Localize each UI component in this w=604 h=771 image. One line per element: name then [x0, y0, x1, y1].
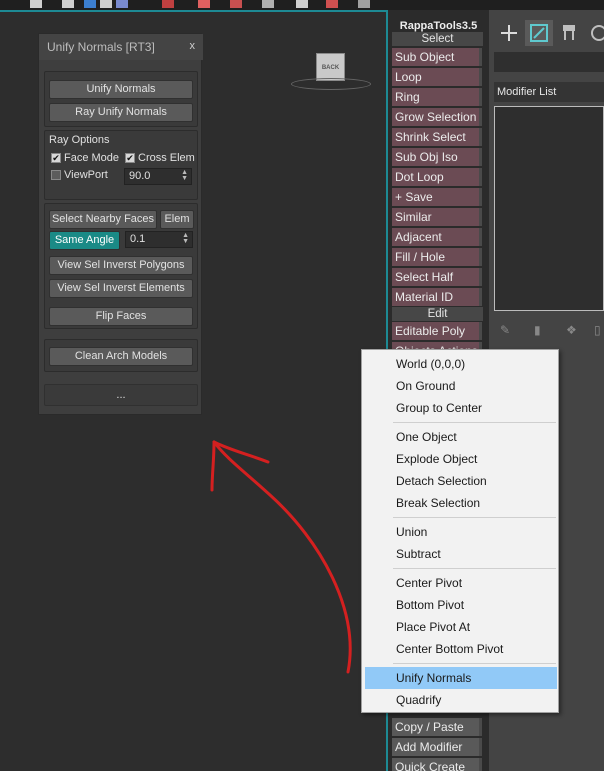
- menu-separator: [393, 663, 556, 664]
- sub-object-button[interactable]: Sub Object: [392, 48, 482, 66]
- similar-button[interactable]: Similar: [392, 208, 482, 226]
- editable-poly-button[interactable]: Editable Poly: [392, 322, 482, 340]
- menu-item-quadrify[interactable]: Quadrify: [365, 689, 557, 711]
- context-menu: World (0,0,0) On Ground Group to Center …: [361, 349, 559, 713]
- menu-item-one-object[interactable]: One Object: [365, 426, 557, 448]
- viewcube[interactable]: BACK: [291, 52, 371, 102]
- panel-title: Unify Normals [RT3]: [47, 40, 155, 54]
- select-section-header[interactable]: Select: [392, 32, 483, 46]
- toolbar-icon[interactable]: [296, 0, 308, 8]
- save-selection-button[interactable]: + Save: [392, 188, 482, 206]
- view-sel-inverst-elements-button[interactable]: View Sel Inverst Elements: [49, 279, 193, 298]
- viewcube-ring[interactable]: [291, 78, 371, 90]
- menu-item-on-ground[interactable]: On Ground: [365, 375, 557, 397]
- panel-title-bar[interactable]: Unify Normals [RT3] x: [39, 34, 203, 60]
- sub-obj-iso-button[interactable]: Sub Obj Iso: [392, 148, 482, 166]
- modifier-stack[interactable]: [494, 106, 604, 311]
- toolbar-icon[interactable]: [100, 0, 112, 8]
- adjacent-button[interactable]: Adjacent: [392, 228, 482, 246]
- spinner-arrows-icon[interactable]: ▲ ▼: [182, 232, 189, 245]
- viewcube-face[interactable]: BACK: [316, 53, 345, 81]
- menu-item-place-pivot-at[interactable]: Place Pivot At: [365, 616, 557, 638]
- shrink-select-button[interactable]: Shrink Select: [392, 128, 482, 146]
- menu-item-subtract[interactable]: Subtract: [365, 543, 557, 565]
- menu-item-center-pivot[interactable]: Center Pivot: [365, 572, 557, 594]
- viewport-checkbox[interactable]: [51, 170, 61, 180]
- view-sel-inverst-polygons-button[interactable]: View Sel Inverst Polygons: [49, 256, 193, 275]
- make-unique-icon[interactable]: ❖: [566, 323, 580, 337]
- clean-arch-group: Clean Arch Models: [44, 339, 198, 372]
- face-mode-label: Face Mode: [64, 152, 120, 164]
- elem-button[interactable]: Elem: [160, 210, 194, 229]
- unify-normals-panel: Unify Normals [RT3] x Unify Normals Ray …: [38, 33, 203, 415]
- material-id-button[interactable]: Material ID: [392, 288, 482, 306]
- stack-tools: ✎ ▮ ❖ ▯: [494, 320, 604, 340]
- motion-tab-icon[interactable]: [585, 20, 604, 46]
- edit-section-header[interactable]: Edit: [392, 307, 483, 321]
- grow-selection-button[interactable]: Grow Selection: [392, 108, 482, 126]
- dot-loop-button[interactable]: Dot Loop: [392, 168, 482, 186]
- toolbar-icon[interactable]: [326, 0, 338, 8]
- same-angle-button[interactable]: Same Angle: [49, 231, 120, 250]
- viewport-angle-spinner[interactable]: 90.0 ▲ ▼: [124, 168, 192, 185]
- menu-item-unify-normals[interactable]: Unify Normals: [365, 667, 557, 689]
- toolbar-icon[interactable]: [162, 0, 174, 8]
- more-options-button[interactable]: ...: [44, 384, 198, 406]
- create-tab-icon[interactable]: [495, 20, 523, 46]
- cross-elem-label: Cross Elem: [138, 152, 195, 164]
- main-toolbar: [0, 0, 604, 10]
- menu-item-world-origin[interactable]: World (0,0,0): [365, 353, 557, 375]
- quick-create-button[interactable]: Quick Create: [392, 758, 482, 771]
- toolbar-icon[interactable]: [198, 0, 210, 8]
- viewport-angle-value: 90.0: [129, 170, 151, 182]
- menu-item-bottom-pivot[interactable]: Bottom Pivot: [365, 594, 557, 616]
- select-half-button[interactable]: Select Half: [392, 268, 482, 286]
- loop-button[interactable]: Loop: [392, 68, 482, 86]
- select-nearby-faces-button[interactable]: Select Nearby Faces: [49, 210, 157, 229]
- modifier-list-dropdown[interactable]: Modifier List: [494, 82, 604, 102]
- menu-item-break-selection[interactable]: Break Selection: [365, 492, 557, 514]
- toolbar-icon[interactable]: [62, 0, 74, 8]
- toolbar-icon[interactable]: [116, 0, 128, 8]
- menu-separator: [393, 517, 556, 518]
- toolbar-icon[interactable]: [30, 0, 42, 8]
- toolbar-icon[interactable]: [84, 0, 96, 8]
- object-name-field[interactable]: [494, 52, 604, 72]
- select-nearby-group: Select Nearby Faces Elem Same Angle 0.1 …: [44, 203, 198, 329]
- menu-item-center-bottom-pivot[interactable]: Center Bottom Pivot: [365, 638, 557, 660]
- flip-faces-button[interactable]: Flip Faces: [49, 307, 193, 326]
- modify-tab-icon[interactable]: [525, 20, 553, 46]
- menu-separator: [393, 422, 556, 423]
- close-icon[interactable]: x: [190, 40, 196, 52]
- ray-options-label: Ray Options: [49, 134, 110, 146]
- menu-item-union[interactable]: Union: [365, 521, 557, 543]
- clean-arch-models-button[interactable]: Clean Arch Models: [49, 347, 193, 366]
- toolbar-icon[interactable]: [358, 0, 370, 8]
- same-angle-value: 0.1: [130, 233, 146, 245]
- same-angle-spinner[interactable]: 0.1 ▲ ▼: [125, 231, 193, 248]
- hierarchy-tab-icon[interactable]: [555, 20, 583, 46]
- menu-item-detach-selection[interactable]: Detach Selection: [365, 470, 557, 492]
- face-mode-checkbox[interactable]: ✔: [51, 153, 61, 163]
- unify-normals-button[interactable]: Unify Normals: [49, 80, 193, 99]
- ray-unify-normals-button[interactable]: Ray Unify Normals: [49, 103, 193, 122]
- menu-item-group-to-center[interactable]: Group to Center: [365, 397, 557, 419]
- menu-separator: [393, 568, 556, 569]
- ray-options-group: Ray Options ✔ Face Mode ✔ Cross Elem Vie…: [44, 130, 198, 200]
- viewport-label: ViewPort: [64, 169, 108, 181]
- pin-stack-icon[interactable]: ✎: [500, 323, 514, 337]
- unify-group: Unify Normals Ray Unify Normals: [44, 71, 198, 127]
- fill-hole-button[interactable]: Fill / Hole: [392, 248, 482, 266]
- show-end-result-icon[interactable]: ▮: [534, 323, 548, 337]
- toolbar-icon[interactable]: [230, 0, 242, 8]
- remove-modifier-icon[interactable]: ▯: [594, 323, 604, 337]
- cross-elem-checkbox[interactable]: ✔: [125, 153, 135, 163]
- copy-paste-button[interactable]: Copy / Paste: [392, 718, 482, 736]
- menu-item-explode-object[interactable]: Explode Object: [365, 448, 557, 470]
- ring-button[interactable]: Ring: [392, 88, 482, 106]
- add-modifier-button[interactable]: Add Modifier: [392, 738, 482, 756]
- spinner-arrows-icon[interactable]: ▲ ▼: [181, 169, 188, 182]
- toolbar-icon[interactable]: [262, 0, 274, 8]
